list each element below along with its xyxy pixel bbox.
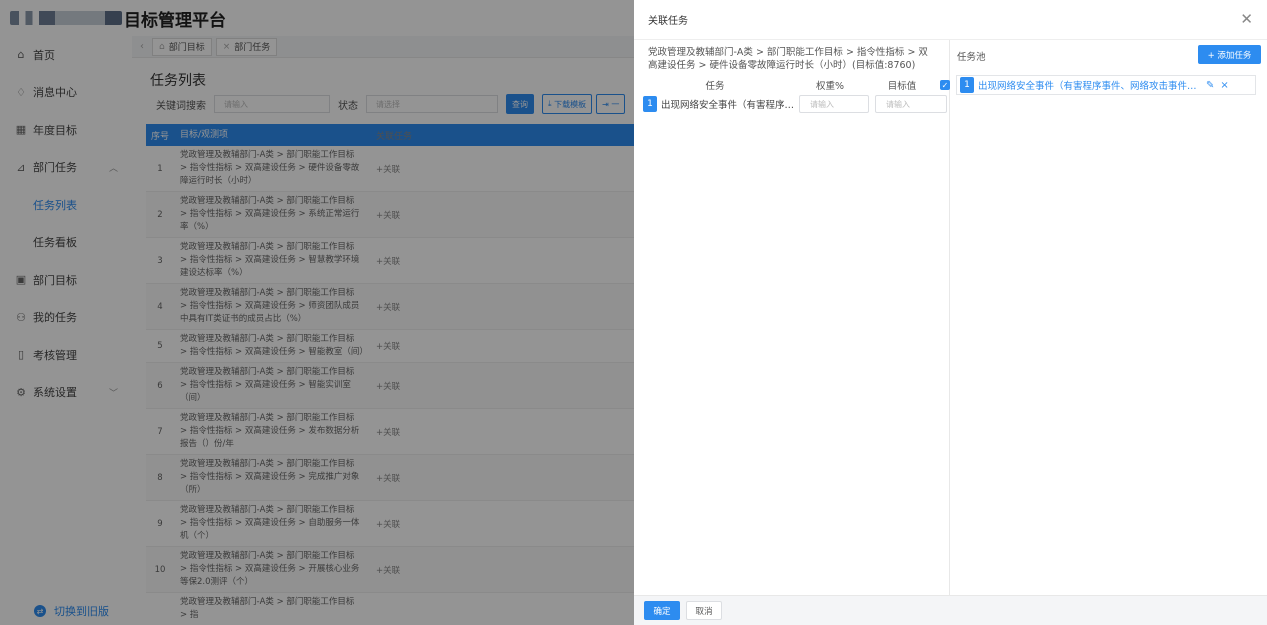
add-task-button[interactable]: + 添加任务 <box>1198 45 1261 64</box>
col-task: 任务 <box>705 81 725 92</box>
task-pool-title: 任务池 <box>957 52 986 63</box>
confirm-button[interactable]: 确定 <box>644 601 680 620</box>
task-columns: 任务 权重% 目标值 <box>634 78 949 92</box>
task-index-badge: 1 <box>960 77 974 93</box>
overlay-mask[interactable] <box>0 0 634 625</box>
pool-task-name: 出现网络安全事件（有害程序事件、网络攻击事件、信息破坏事件） <box>978 81 1200 92</box>
drawer-footer: 确定 取消 <box>634 595 1267 625</box>
goal-path: 党政管理及教辅部门-A类 > 部门职能工作目标 > 指令性指标 > 双高建设任务… <box>648 47 928 71</box>
task-name: 出现网络安全事件（有害程序事件、网络攻击事件、 <box>661 100 795 111</box>
weight-input[interactable]: 请输入 <box>799 95 869 113</box>
task-pool-pane: 任务池 + 添加任务 ✓ 1 出现网络安全事件（有害程序事件、网络攻击事件、信息… <box>940 40 1267 595</box>
edit-icon[interactable]: ✎ <box>1206 80 1214 91</box>
task-pool-item[interactable]: ✓ 1 出现网络安全事件（有害程序事件、网络攻击事件、信息破坏事件） ✎ × <box>940 75 1256 95</box>
close-icon[interactable]: × <box>1220 80 1228 91</box>
task-index-badge: 1 <box>643 96 657 112</box>
checkbox-checked-icon[interactable]: ✓ <box>940 80 950 90</box>
drawer-left-pane: 党政管理及教辅部门-A类 > 部门职能工作目标 > 指令性指标 > 双高建设任务… <box>634 40 950 595</box>
col-target: 目标值 <box>887 81 917 92</box>
col-weight: 权重% <box>815 81 845 92</box>
cancel-button[interactable]: 取消 <box>686 601 722 620</box>
target-input[interactable]: 请输入 <box>875 95 947 113</box>
related-task-drawer: 关联任务 ✕ 党政管理及教辅部门-A类 > 部门职能工作目标 > 指令性指标 >… <box>634 0 1267 625</box>
drawer-title: 关联任务 <box>634 0 1267 40</box>
close-icon[interactable]: ✕ <box>1240 12 1253 27</box>
task-row: 1 出现网络安全事件（有害程序事件、网络攻击事件、 请输入 请输入 <box>634 95 949 113</box>
